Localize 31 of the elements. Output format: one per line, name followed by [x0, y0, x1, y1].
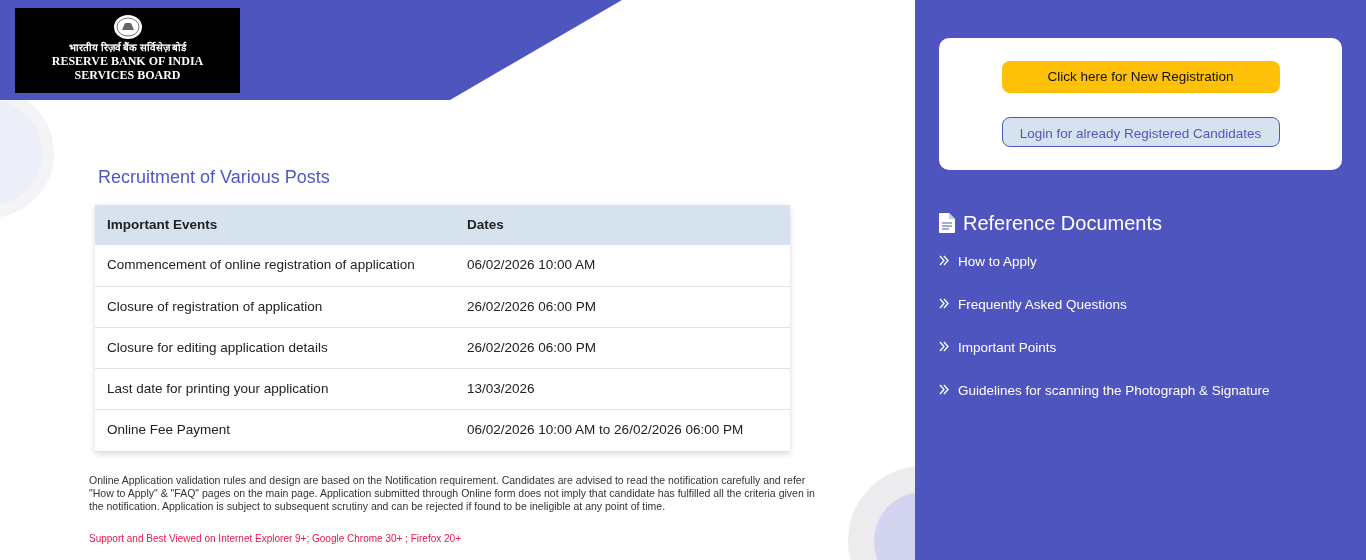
table-cell: 13/03/2026 [455, 368, 790, 410]
logo-text: SERVICES BOARD [73, 68, 182, 82]
document-icon [939, 213, 955, 233]
registration-button[interactable]: Click here for New Registration [1001, 61, 1280, 93]
table-cell: Closure of registration of application [95, 286, 455, 328]
notice-paragraph: Online Application validation rules and design are based on the Notification requirement. Candidates are advised to read the notification carefully and refer "How to Apply" & "FAQ" pages on the main page. Application submitted through Online form does not imply that candidate has fulfilled all the criteria given in the notification. Application is subject to subsequent scrutiny and can be rejected if found to be ineligible at any point of time. [89, 473, 816, 513]
table-cell: 06/02/2026 10:00 AM to 26/02/2026 06:00 PM [455, 409, 790, 451]
table-cell: 26/02/2026 06:00 PM [455, 286, 790, 328]
column-header: Dates [455, 205, 790, 246]
logo-text: RESERVE BANK OF INDIA [50, 54, 205, 68]
login-button[interactable]: Login for already Registered Candidates [1001, 117, 1280, 147]
table-cell: Online Fee Payment [95, 409, 455, 451]
table-cell: Last date for printing your application [95, 368, 455, 410]
page-title: Recruitment of Various Posts [98, 166, 331, 189]
logo-text: भारतीय रिज़र्व बैंक सर्विसेज़ बोर्ड [68, 42, 188, 54]
reference-link[interactable]: Frequently Asked Questions [958, 295, 1127, 316]
double-chevron-icon [939, 298, 950, 309]
emblem-icon [112, 14, 143, 40]
double-chevron-icon [939, 255, 950, 266]
table-cell: 26/02/2026 06:00 PM [455, 327, 790, 369]
column-header: Important Events [95, 205, 455, 246]
table-cell: Commencement of online registration of application [95, 245, 455, 286]
reference-link[interactable]: How to Apply [958, 252, 1037, 273]
double-chevron-icon [939, 341, 950, 352]
browser-note: Support and Best Viewed on Internet Explorer 9+; Google Chrome 30+ ; Firefox 20+ [89, 531, 462, 546]
reference-link[interactable]: Guidelines for scanning the Photograph & Signature [958, 381, 1270, 402]
table-cell: 06/02/2026 10:00 AM [455, 245, 790, 286]
section-heading: Reference Documents [963, 211, 1162, 236]
double-chevron-icon [939, 384, 950, 395]
table-cell: Closure for editing application details [95, 327, 455, 369]
reference-link[interactable]: Important Points [958, 338, 1057, 359]
